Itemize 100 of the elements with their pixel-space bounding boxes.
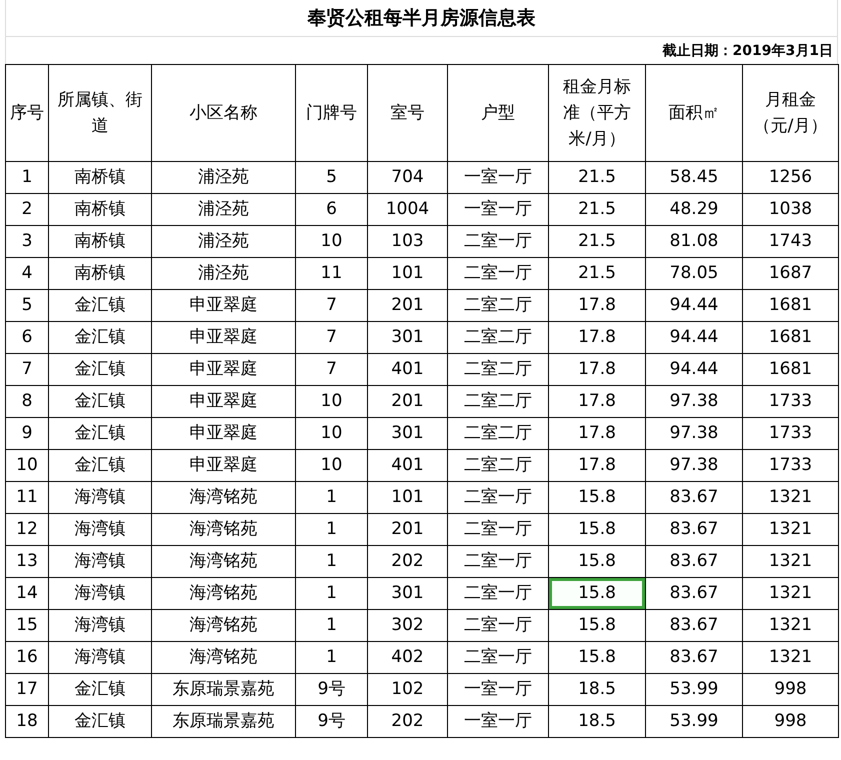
table-cell[interactable]: 1321 xyxy=(742,578,838,610)
table-cell[interactable]: 二室二厅 xyxy=(448,450,548,482)
table-cell[interactable]: 二室二厅 xyxy=(448,354,548,386)
table-cell[interactable]: 一室一厅 xyxy=(448,162,548,194)
table-cell[interactable]: 103 xyxy=(368,226,448,258)
table-cell[interactable]: 二室二厅 xyxy=(448,418,548,450)
table-cell[interactable]: 8 xyxy=(6,386,48,418)
table-cell[interactable]: 202 xyxy=(368,706,448,738)
table-cell[interactable]: 1256 xyxy=(742,162,838,194)
table-cell[interactable]: 海湾铭苑 xyxy=(152,642,296,674)
table-cell[interactable]: 申亚翠庭 xyxy=(152,450,296,482)
table-cell[interactable]: 一室一厅 xyxy=(448,674,548,706)
table-cell[interactable]: 10 xyxy=(296,226,368,258)
table-cell[interactable]: 1321 xyxy=(742,610,838,642)
table-cell[interactable]: 南桥镇 xyxy=(48,226,152,258)
table-cell[interactable]: 10 xyxy=(6,450,48,482)
table-cell[interactable]: 21.5 xyxy=(548,162,646,194)
table-cell[interactable]: 南桥镇 xyxy=(48,258,152,290)
table-cell[interactable]: 78.05 xyxy=(646,258,742,290)
table-cell[interactable]: 83.67 xyxy=(646,482,742,514)
table-cell[interactable]: 1681 xyxy=(742,322,838,354)
table-cell[interactable]: 海湾镇 xyxy=(48,610,152,642)
table-cell[interactable]: 202 xyxy=(368,546,448,578)
table-cell[interactable]: 浦泾苑 xyxy=(152,226,296,258)
table-cell[interactable]: 1 xyxy=(296,610,368,642)
table-cell[interactable]: 申亚翠庭 xyxy=(152,322,296,354)
table-cell[interactable]: 1733 xyxy=(742,418,838,450)
table-cell[interactable]: 101 xyxy=(368,258,448,290)
table-cell[interactable]: 15.8 xyxy=(548,642,646,674)
table-cell[interactable]: 1 xyxy=(296,514,368,546)
table-cell[interactable]: 7 xyxy=(6,354,48,386)
table-cell[interactable]: 83.67 xyxy=(646,546,742,578)
table-cell[interactable]: 海湾镇 xyxy=(48,578,152,610)
table-cell[interactable]: 11 xyxy=(296,258,368,290)
table-cell[interactable]: 金汇镇 xyxy=(48,674,152,706)
table-cell[interactable]: 1733 xyxy=(742,386,838,418)
table-cell[interactable]: 11 xyxy=(6,482,48,514)
table-cell[interactable]: 金汇镇 xyxy=(48,290,152,322)
table-cell[interactable]: 南桥镇 xyxy=(48,162,152,194)
table-cell[interactable]: 15 xyxy=(6,610,48,642)
table-cell[interactable]: 83.67 xyxy=(646,610,742,642)
table-cell[interactable]: 1321 xyxy=(742,482,838,514)
table-cell[interactable]: 21.5 xyxy=(548,226,646,258)
table-cell[interactable]: 1321 xyxy=(742,546,838,578)
table-cell[interactable]: 18 xyxy=(6,706,48,738)
table-cell[interactable]: 1733 xyxy=(742,450,838,482)
table-cell[interactable]: 二室一厅 xyxy=(448,642,548,674)
table-cell[interactable]: 海湾镇 xyxy=(48,642,152,674)
table-cell[interactable]: 5 xyxy=(6,290,48,322)
table-cell[interactable]: 1681 xyxy=(742,354,838,386)
table-cell[interactable]: 14 xyxy=(6,578,48,610)
table-cell[interactable]: 申亚翠庭 xyxy=(152,418,296,450)
table-cell[interactable]: 1 xyxy=(6,162,48,194)
table-cell[interactable]: 201 xyxy=(368,514,448,546)
table-cell[interactable]: 12 xyxy=(6,514,48,546)
table-cell[interactable]: 二室一厅 xyxy=(448,514,548,546)
table-cell[interactable]: 704 xyxy=(368,162,448,194)
table-cell[interactable]: 201 xyxy=(368,290,448,322)
table-cell[interactable]: 21.5 xyxy=(548,258,646,290)
table-cell[interactable]: 1 xyxy=(296,578,368,610)
table-cell[interactable]: 53.99 xyxy=(646,674,742,706)
table-cell[interactable]: 二室二厅 xyxy=(448,290,548,322)
table-cell[interactable]: 301 xyxy=(368,578,448,610)
table-cell[interactable]: 102 xyxy=(368,674,448,706)
table-cell[interactable]: 17.8 xyxy=(548,354,646,386)
table-cell[interactable]: 998 xyxy=(742,674,838,706)
table-cell[interactable]: 东原瑞景嘉苑 xyxy=(152,706,296,738)
table-cell[interactable]: 201 xyxy=(368,386,448,418)
table-cell[interactable]: 17.8 xyxy=(548,290,646,322)
table-cell[interactable]: 15.8 xyxy=(548,578,646,610)
table-cell[interactable]: 二室一厅 xyxy=(448,546,548,578)
table-cell[interactable]: 48.29 xyxy=(646,194,742,226)
table-cell[interactable]: 金汇镇 xyxy=(48,418,152,450)
table-cell[interactable]: 10 xyxy=(296,450,368,482)
table-cell[interactable]: 1321 xyxy=(742,514,838,546)
table-cell[interactable]: 1321 xyxy=(742,642,838,674)
table-cell[interactable]: 9 xyxy=(6,418,48,450)
table-cell[interactable]: 海湾铭苑 xyxy=(152,546,296,578)
table-cell[interactable]: 6 xyxy=(296,194,368,226)
table-cell[interactable]: 17.8 xyxy=(548,418,646,450)
table-cell[interactable]: 二室二厅 xyxy=(448,322,548,354)
table-cell[interactable]: 94.44 xyxy=(646,322,742,354)
table-cell[interactable]: 402 xyxy=(368,642,448,674)
table-cell[interactable]: 4 xyxy=(6,258,48,290)
table-cell[interactable]: 海湾铭苑 xyxy=(152,610,296,642)
table-cell[interactable]: 7 xyxy=(296,354,368,386)
table-cell[interactable]: 17.8 xyxy=(548,322,646,354)
table-cell[interactable]: 海湾镇 xyxy=(48,482,152,514)
table-cell[interactable]: 97.38 xyxy=(646,418,742,450)
table-cell[interactable]: 浦泾苑 xyxy=(152,162,296,194)
table-cell[interactable]: 二室一厅 xyxy=(448,610,548,642)
table-cell[interactable]: 302 xyxy=(368,610,448,642)
table-cell[interactable]: 3 xyxy=(6,226,48,258)
table-cell[interactable]: 1004 xyxy=(368,194,448,226)
table-cell[interactable]: 6 xyxy=(6,322,48,354)
table-cell[interactable]: 9号 xyxy=(296,706,368,738)
table-cell[interactable]: 二室二厅 xyxy=(448,386,548,418)
table-cell[interactable]: 998 xyxy=(742,706,838,738)
table-cell[interactable]: 浦泾苑 xyxy=(152,194,296,226)
table-cell[interactable]: 401 xyxy=(368,354,448,386)
